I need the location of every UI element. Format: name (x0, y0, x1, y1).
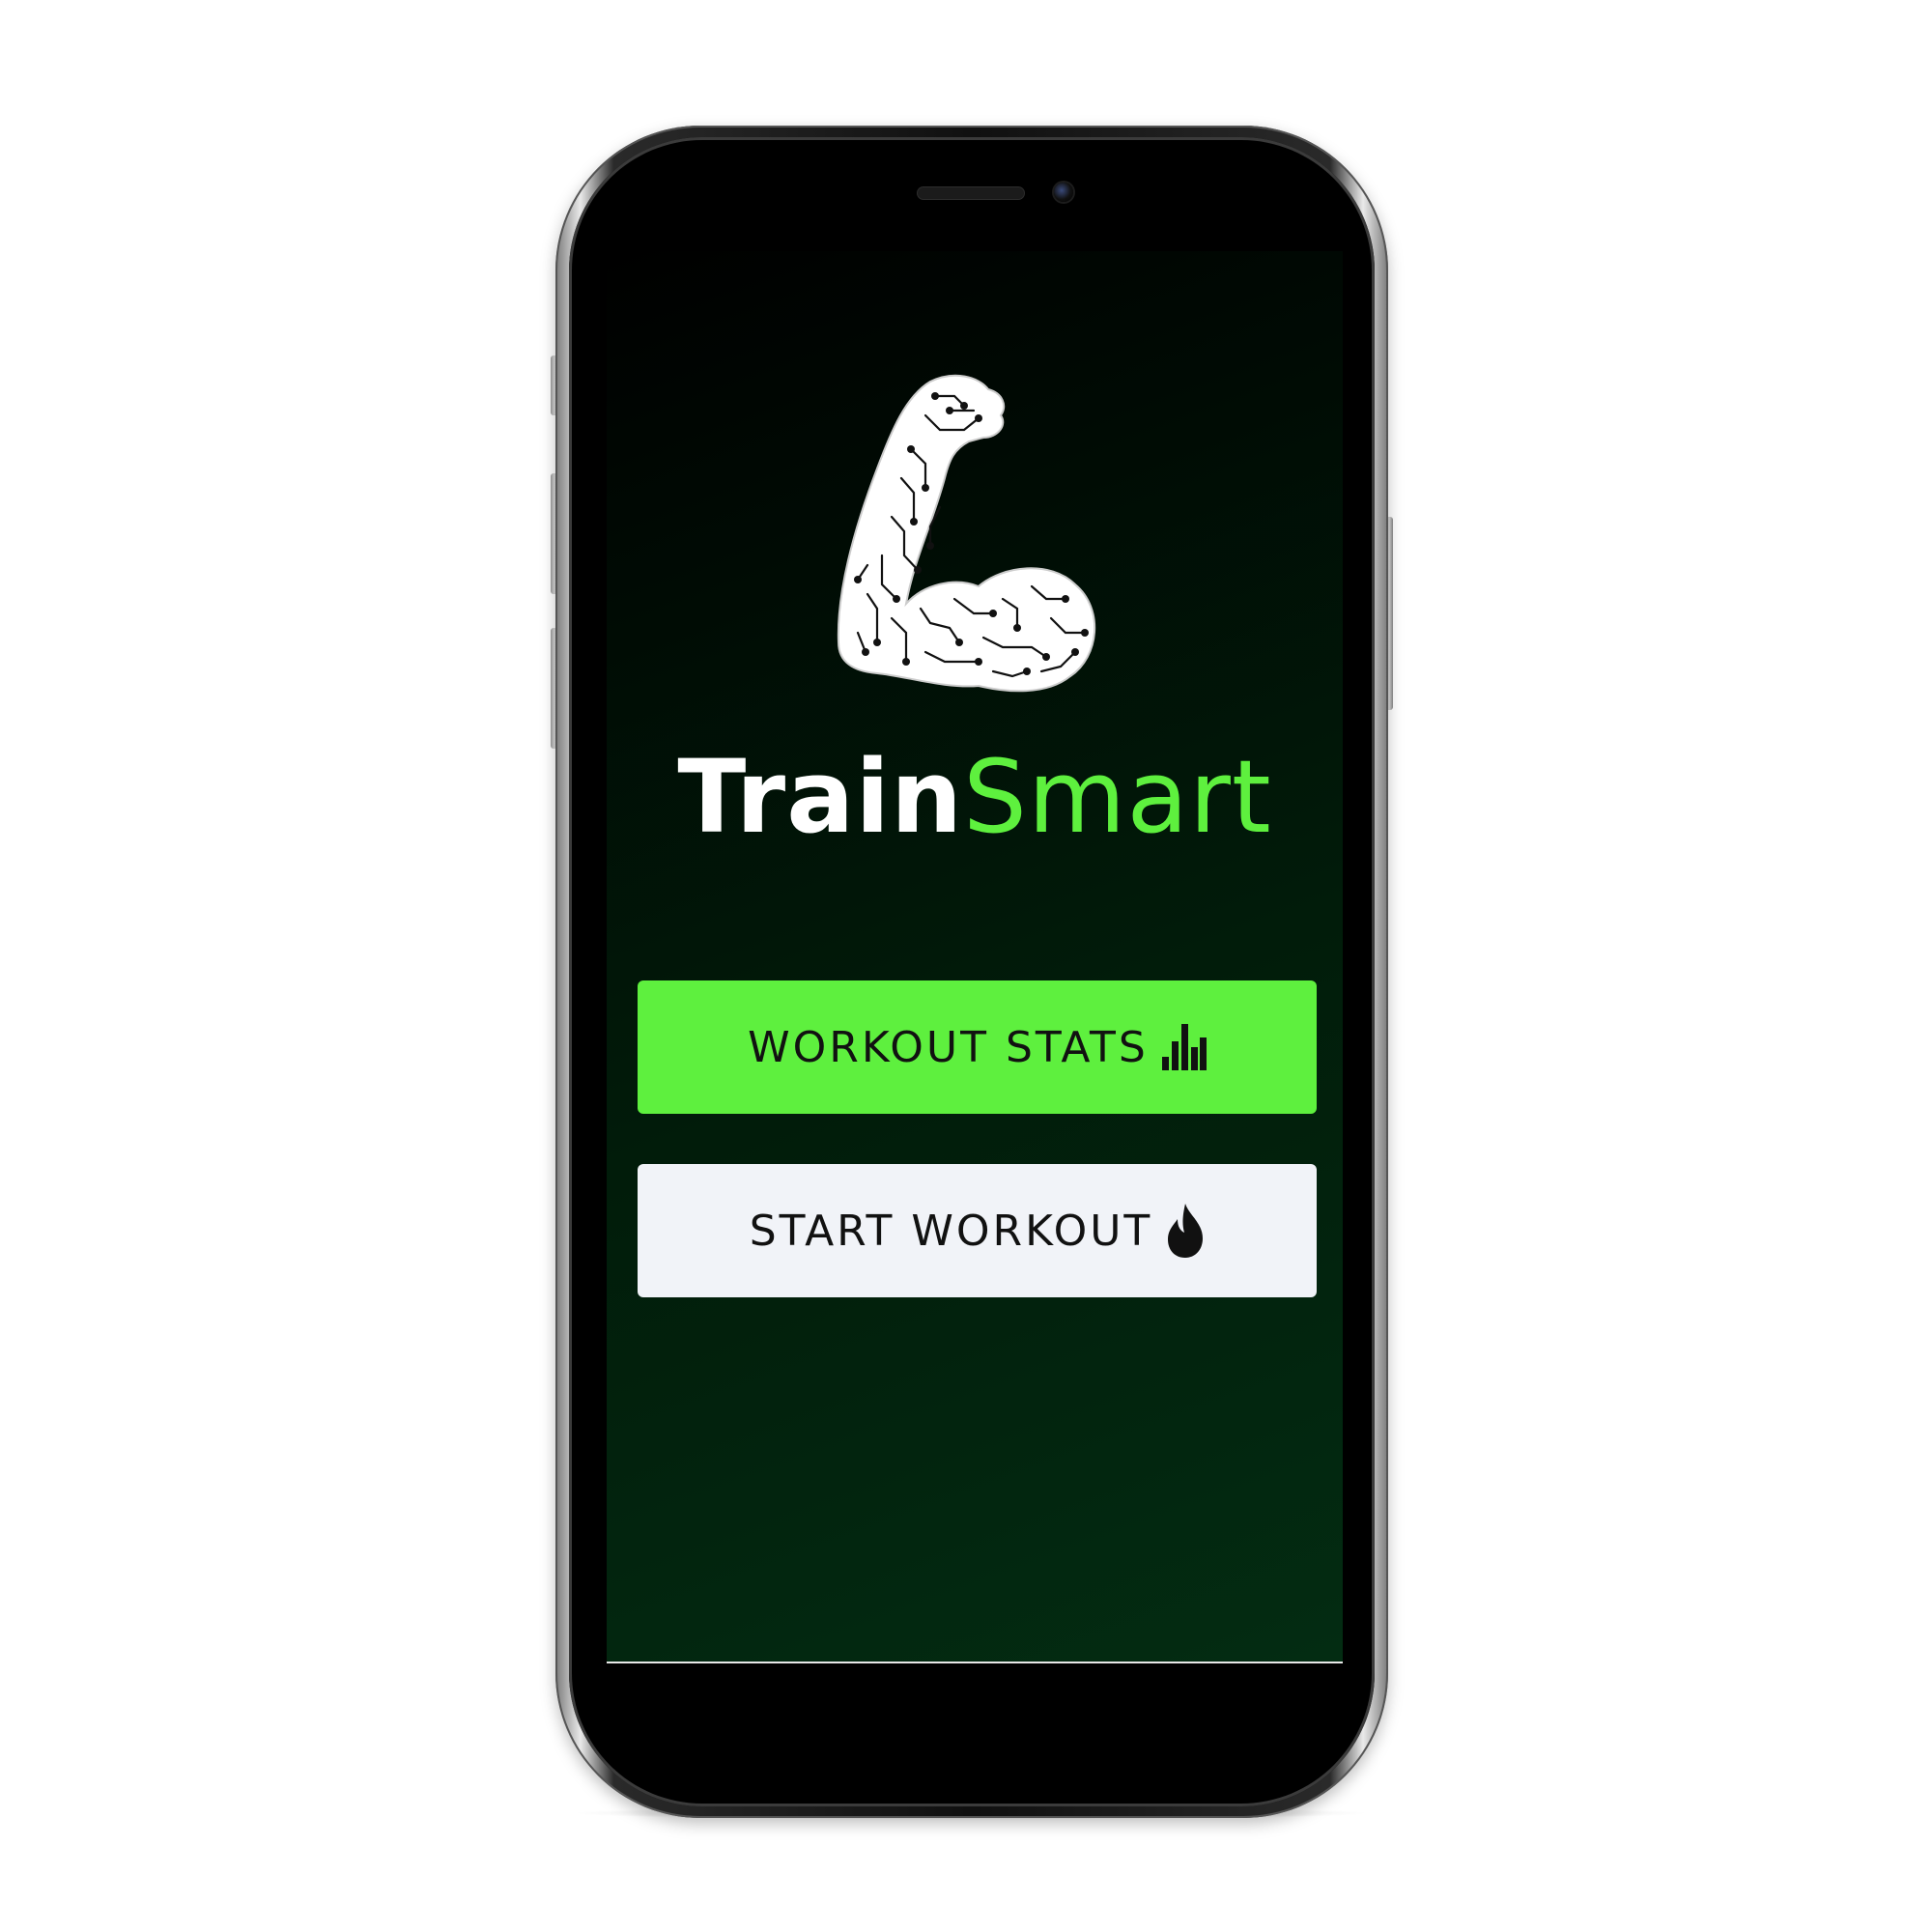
app-title: TrainSmart (607, 739, 1343, 855)
start-workout-label: START WORKOUT (749, 1206, 1153, 1256)
screen-clip: TrainSmart WORKOUT STATS START WORKOUT (607, 251, 1343, 1750)
app-screen: TrainSmart WORKOUT STATS START WORKOUT (607, 251, 1343, 1663)
flame-icon (1166, 1204, 1205, 1258)
stage: TrainSmart WORKOUT STATS START WORKOUT (0, 0, 1932, 1932)
bar-chart-icon (1161, 1024, 1207, 1070)
start-workout-button[interactable]: START WORKOUT (638, 1164, 1317, 1297)
app-title-train: Train (677, 738, 964, 856)
flexed-arm-circuit-icon (837, 374, 1095, 693)
app-title-smart: Smart (963, 738, 1272, 856)
earpiece-speaker (918, 187, 1024, 199)
android-navbar (607, 1662, 1343, 1663)
workout-stats-label: WORKOUT STATS (748, 1022, 1149, 1072)
front-camera (1054, 183, 1073, 202)
workout-stats-button[interactable]: WORKOUT STATS (638, 980, 1317, 1114)
